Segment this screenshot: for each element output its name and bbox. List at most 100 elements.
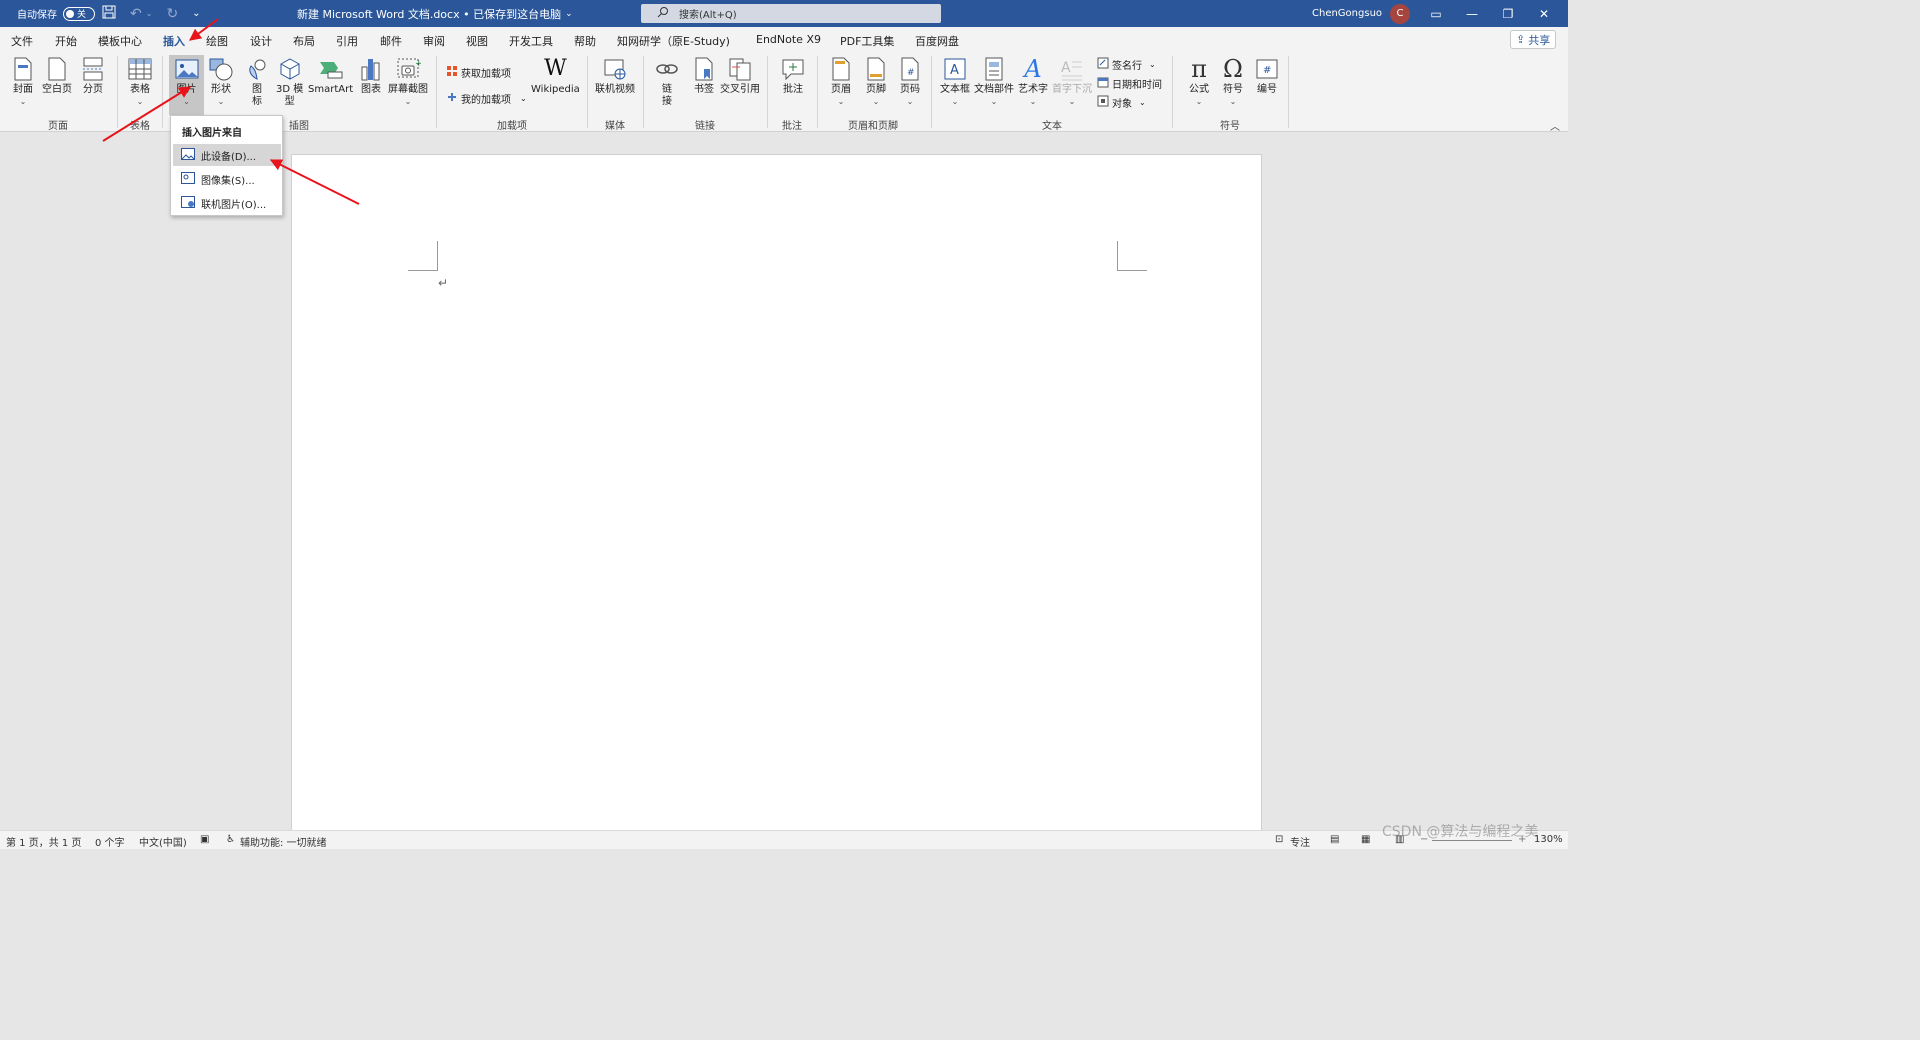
comment-button[interactable]: 批注 bbox=[780, 56, 806, 96]
chevron-down-icon: ⌄ bbox=[1029, 97, 1037, 106]
get-addins-button[interactable]: 获取加载项 bbox=[446, 65, 511, 80]
focus-mode[interactable]: 专注 bbox=[1290, 834, 1310, 849]
document-title[interactable]: 新建 Microsoft Word 文档.docx • 已保存到这台电脑 ⌄ bbox=[297, 0, 573, 27]
collapse-ribbon-icon[interactable]: ︿ bbox=[1550, 118, 1560, 133]
wikipedia-button[interactable]: W Wikipedia bbox=[531, 56, 580, 96]
menu-item-image-collection[interactable]: 图像集(S)... bbox=[173, 168, 281, 190]
equation-button[interactable]: π 公式 ⌄ bbox=[1186, 56, 1212, 108]
group-divider bbox=[436, 56, 437, 128]
tab-help[interactable]: 帮助 bbox=[574, 33, 596, 49]
link-label-2: 接 bbox=[662, 96, 672, 107]
my-addins-button[interactable]: 我的加载项 ⌄ bbox=[446, 91, 527, 106]
group-label-header-footer: 页眉和页脚 bbox=[848, 121, 898, 132]
group-label-text: 文本 bbox=[1042, 121, 1062, 132]
user-name[interactable]: ChenGongsuo bbox=[1312, 8, 1382, 19]
tab-references[interactable]: 引用 bbox=[336, 33, 358, 49]
addins-icon bbox=[446, 91, 458, 106]
tab-insert[interactable]: 插入 bbox=[163, 33, 185, 54]
icons-button[interactable]: 图 标 bbox=[244, 56, 270, 108]
tab-developer[interactable]: 开发工具 bbox=[509, 33, 553, 49]
tab-estudy[interactable]: 知网研学（原E-Study) bbox=[617, 33, 730, 49]
online-video-button[interactable]: 联机视频 bbox=[595, 56, 635, 96]
symbol-button[interactable]: Ω 符号 ⌄ bbox=[1220, 56, 1246, 108]
blank-page-button[interactable]: 空白页 bbox=[42, 56, 72, 96]
tab-baidu-netdisk[interactable]: 百度网盘 bbox=[915, 33, 959, 49]
quick-parts-button[interactable]: 文档部件 ⌄ bbox=[974, 56, 1014, 108]
share-button[interactable]: ⇪ 共享 bbox=[1510, 30, 1557, 49]
tab-mailings[interactable]: 邮件 bbox=[380, 33, 402, 49]
chart-button[interactable]: 图表 bbox=[358, 56, 384, 96]
cross-reference-icon bbox=[727, 56, 753, 82]
drop-cap-button[interactable]: A 首字下沉 ⌄ bbox=[1052, 56, 1092, 108]
date-time-button[interactable]: 日期和时间 bbox=[1097, 76, 1162, 91]
search-box[interactable]: 搜索(Alt+Q) bbox=[641, 4, 941, 23]
macro-icon[interactable]: ▣ bbox=[200, 834, 209, 845]
text-box-icon: A bbox=[942, 56, 968, 82]
smartart-icon bbox=[318, 56, 344, 82]
screenshot-button[interactable]: + 屏幕截图 ⌄ bbox=[388, 56, 428, 108]
text-box-button[interactable]: A 文本框 ⌄ bbox=[940, 56, 970, 108]
group-divider bbox=[931, 56, 932, 128]
tab-endnote[interactable]: EndNote X9 bbox=[756, 33, 821, 46]
wordart-button[interactable]: A 艺术字 ⌄ bbox=[1018, 56, 1048, 108]
autosave-control[interactable]: 自动保存 关 bbox=[17, 0, 95, 27]
picture-button[interactable]: 图片 ⌄ bbox=[169, 55, 204, 115]
3d-models-label-1: 3D 模 bbox=[276, 84, 304, 95]
object-button[interactable]: 对象 ⌄ bbox=[1097, 95, 1146, 110]
svg-text:+: + bbox=[415, 59, 421, 69]
quick-parts-icon bbox=[981, 56, 1007, 82]
customize-qat-icon[interactable]: ⌄ bbox=[192, 8, 200, 19]
menu-item-this-device[interactable]: 此设备(D)... bbox=[173, 144, 281, 166]
chevron-down-icon: ⌄ bbox=[906, 97, 914, 106]
page-break-button[interactable]: 分页 bbox=[80, 56, 106, 96]
insert-picture-menu: 插入图片来自 此设备(D)... 图像集(S)... 联机图片(O)... bbox=[170, 115, 283, 216]
shapes-button[interactable]: 形状 ⌄ bbox=[208, 56, 234, 108]
tab-file[interactable]: 文件 bbox=[11, 33, 33, 49]
cover-page-button[interactable]: 封面 ⌄ bbox=[10, 56, 36, 108]
link-button[interactable]: 链 接 bbox=[654, 56, 680, 108]
page-number-button[interactable]: # 页码 ⌄ bbox=[897, 56, 923, 108]
cross-reference-button[interactable]: 交叉引用 bbox=[720, 56, 760, 96]
word-count[interactable]: 0 个字 bbox=[95, 834, 125, 849]
header-button[interactable]: 页眉 ⌄ bbox=[828, 56, 854, 108]
tab-pdf-tools[interactable]: PDF工具集 bbox=[840, 33, 894, 49]
avatar[interactable]: C bbox=[1390, 3, 1411, 24]
chevron-down-icon: ⌄ bbox=[1195, 97, 1203, 106]
status-bar: 第 1 页，共 1 页 0 个字 中文(中国) ▣ ♿ 辅助功能: 一切就绪 ⊡… bbox=[0, 824, 1568, 849]
chevron-down-icon: ⌄ bbox=[565, 8, 573, 19]
tab-home[interactable]: 开始 bbox=[55, 33, 77, 49]
tab-layout[interactable]: 布局 bbox=[293, 33, 315, 49]
minimize-icon[interactable]: — bbox=[1454, 7, 1490, 21]
table-label: 表格 bbox=[130, 84, 150, 95]
autosave-toggle[interactable]: 关 bbox=[63, 6, 95, 21]
accessibility-status[interactable]: 辅助功能: 一切就绪 bbox=[240, 834, 327, 849]
language[interactable]: 中文(中国) bbox=[139, 834, 187, 849]
paragraph-mark[interactable]: ↵ bbox=[438, 276, 448, 290]
tab-templates[interactable]: 模板中心 bbox=[98, 33, 142, 49]
document-page[interactable]: ↵ bbox=[291, 154, 1262, 834]
document-title-text: 新建 Microsoft Word 文档.docx • 已保存到这台电脑 bbox=[297, 7, 562, 21]
tab-review[interactable]: 审阅 bbox=[423, 33, 445, 49]
undo-dropdown-icon[interactable]: ⌄ bbox=[146, 9, 153, 18]
save-icon[interactable] bbox=[102, 5, 116, 22]
page-info[interactable]: 第 1 页，共 1 页 bbox=[6, 834, 81, 849]
redo-icon[interactable]: ↻ bbox=[166, 6, 178, 22]
tab-design[interactable]: 设计 bbox=[250, 33, 272, 49]
numbering-button[interactable]: # 编号 bbox=[1254, 56, 1280, 96]
tab-view[interactable]: 视图 bbox=[466, 33, 488, 49]
restore-icon[interactable]: ❐ bbox=[1490, 7, 1526, 21]
print-layout-icon[interactable]: ▦ bbox=[1361, 834, 1370, 845]
footer-button[interactable]: 页脚 ⌄ bbox=[863, 56, 889, 108]
menu-item-online-pictures[interactable]: 联机图片(O)... bbox=[173, 192, 281, 214]
tab-draw[interactable]: 绘图 bbox=[206, 33, 228, 49]
read-mode-icon[interactable]: ▤ bbox=[1330, 834, 1339, 845]
close-icon[interactable]: ✕ bbox=[1526, 7, 1562, 21]
smartart-button[interactable]: SmartArt bbox=[308, 56, 353, 96]
bookmark-button[interactable]: 书签 bbox=[691, 56, 717, 96]
signature-line-button[interactable]: 签名行 ⌄ bbox=[1097, 57, 1156, 72]
table-button[interactable]: 表格 ⌄ bbox=[127, 56, 153, 108]
date-time-label: 日期和时间 bbox=[1112, 80, 1162, 91]
3d-models-button[interactable]: 3D 模 型 bbox=[276, 56, 303, 108]
ribbon-display-icon[interactable]: ▭ bbox=[1418, 7, 1454, 21]
undo-icon[interactable]: ↶ bbox=[130, 6, 142, 22]
